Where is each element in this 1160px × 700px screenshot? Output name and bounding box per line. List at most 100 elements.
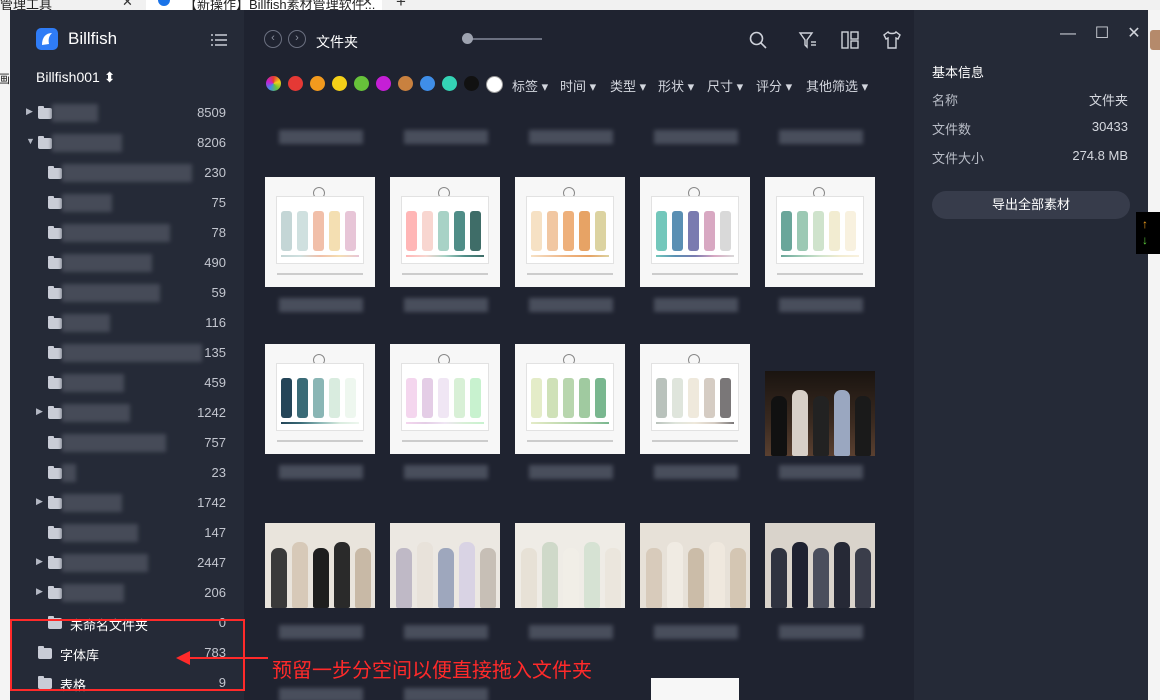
asset-thumbnail-photo[interactable] [390, 523, 500, 608]
palette-credit-line [277, 273, 363, 275]
collapse-arrow-icon[interactable]: ▶ [36, 406, 43, 417]
asset-thumbnail[interactable] [640, 344, 750, 454]
slider-handle[interactable] [462, 33, 473, 44]
filter-icon[interactable] [798, 30, 818, 50]
color-filter-dot[interactable] [376, 76, 391, 91]
color-swatch [345, 211, 356, 251]
layout-icon[interactable] [840, 30, 860, 50]
shirt-icon[interactable] [882, 30, 902, 50]
filter-dropdown[interactable]: 尺寸 ▾ [707, 76, 743, 95]
new-tab-icon[interactable]: + [396, 0, 406, 10]
info-key: 文件数 [932, 122, 972, 137]
expand-arrow-icon[interactable]: ▼ [26, 136, 35, 146]
asset-thumbnail[interactable] [515, 177, 625, 287]
collapse-arrow-icon[interactable]: ▶ [36, 586, 43, 597]
sidebar-folder-item[interactable]: 23 [10, 458, 244, 488]
filter-dropdown[interactable]: 标签 ▾ [512, 76, 548, 95]
close-tab-icon[interactable]: ✕ [122, 0, 133, 10]
filter-dropdown[interactable]: 形状 ▾ [658, 76, 694, 95]
background-window-edge: 画 [0, 10, 10, 700]
asset-thumbnail-photo[interactable] [515, 523, 625, 608]
folder-icon [48, 346, 62, 359]
close-icon[interactable]: ✕ [1126, 26, 1142, 42]
menu-list-icon[interactable] [210, 32, 228, 48]
sidebar-folder-item[interactable]: 116 [10, 308, 244, 338]
sidebar-folder-item[interactable]: 59 [10, 278, 244, 308]
collapse-arrow-icon[interactable]: ▶ [36, 496, 43, 507]
sidebar-folder-item[interactable]: 135 [10, 338, 244, 368]
color-wheel-icon[interactable] [266, 76, 281, 91]
color-filter-dot[interactable] [442, 76, 457, 91]
sidebar-folder-item[interactable]: 75 [10, 188, 244, 218]
folder-count: 8206 [197, 135, 226, 150]
sidebar-folder-item[interactable]: 78 [10, 218, 244, 248]
filter-dropdown[interactable]: 类型 ▾ [610, 76, 646, 95]
export-all-button[interactable]: 导出全部素材 [932, 191, 1130, 219]
palette-credit-line [652, 273, 738, 275]
sidebar-folder-item[interactable]: 459 [10, 368, 244, 398]
sidebar-folder-item[interactable]: ▶ 8509 [10, 98, 244, 128]
color-filter-dot[interactable] [464, 76, 479, 91]
browser-tab-title[interactable]: 管理工具 [0, 0, 52, 10]
color-filter-dot[interactable] [398, 76, 413, 91]
sidebar-folder-item[interactable]: 147 [10, 518, 244, 548]
sidebar-folder-item[interactable]: ▶ 206 [10, 578, 244, 608]
collapse-arrow-icon[interactable]: ▶ [36, 556, 43, 567]
folder-icon [48, 256, 62, 269]
sidebar-folder-item[interactable]: ▶ 1242 [10, 398, 244, 428]
folder-label-blurred [62, 494, 122, 512]
sidebar-folder-item[interactable]: 490 [10, 248, 244, 278]
color-filter-dot[interactable] [354, 76, 369, 91]
color-filter-dot[interactable] [420, 76, 435, 91]
chevron-right-icon[interactable]: › [288, 30, 306, 48]
color-filter-dot[interactable] [486, 76, 503, 93]
color-filter-dot[interactable] [310, 76, 325, 91]
thumbnail-caption-blurred [654, 625, 738, 639]
asset-thumbnail[interactable] [265, 177, 375, 287]
thumbnail-size-slider[interactable] [470, 38, 542, 40]
asset-thumbnail[interactable] [765, 177, 875, 287]
asset-thumbnail[interactable] [265, 344, 375, 454]
maximize-icon[interactable]: ☐ [1094, 26, 1110, 42]
main-toolbar: ‹ › 文件夹 [244, 10, 914, 70]
asset-thumbnail-photo[interactable] [765, 371, 875, 456]
asset-thumbnail[interactable] [515, 344, 625, 454]
palette-card [401, 196, 489, 264]
asset-thumbnail-photo[interactable] [640, 523, 750, 608]
search-icon[interactable] [748, 30, 768, 50]
library-switcher[interactable]: Billfish001 ⬍ [36, 69, 115, 86]
color-filter-dot[interactable] [332, 76, 347, 91]
model-figure [334, 542, 350, 608]
color-swatch [281, 211, 292, 251]
asset-thumbnail[interactable] [640, 177, 750, 287]
asset-thumbnail-photo[interactable] [765, 523, 875, 608]
background-window-edge [1148, 10, 1160, 700]
asset-thumbnail[interactable] [390, 177, 500, 287]
filter-dropdown[interactable]: 评分 ▾ [756, 76, 792, 95]
model-figure [771, 548, 787, 608]
sidebar-folder-item[interactable]: 757 [10, 428, 244, 458]
chevron-left-icon[interactable]: ‹ [264, 30, 282, 48]
filter-dropdown[interactable]: 其他筛选 ▾ [806, 76, 868, 95]
info-value: 30433 [1091, 119, 1128, 134]
asset-thumbnail-photo[interactable] [265, 523, 375, 608]
color-filter-dot[interactable] [288, 76, 303, 91]
filter-dropdown[interactable]: 时间 ▾ [560, 76, 596, 95]
minimize-icon[interactable]: — [1060, 26, 1076, 42]
thumbnail-caption-blurred [779, 465, 863, 479]
asset-thumbnail[interactable] [651, 678, 739, 700]
folder-label-blurred [62, 464, 76, 482]
sidebar-folder-item[interactable]: ▶ 2447 [10, 548, 244, 578]
sidebar-folder-item[interactable]: ▼ 8206 [10, 128, 244, 158]
collapse-arrow-icon[interactable]: ▶ [26, 106, 33, 117]
close-tab-icon[interactable]: ✕ [362, 0, 373, 10]
color-swatch [297, 378, 308, 418]
asset-thumbnail[interactable] [390, 344, 500, 454]
sidebar-folder-item[interactable]: ▶ 1742 [10, 488, 244, 518]
gradient-bar [531, 255, 609, 257]
folder-label-blurred [62, 584, 124, 602]
folder-label-blurred [62, 314, 110, 332]
browser-tab-title[interactable]: 【新操作】Billfish素材管理软件... [184, 0, 375, 10]
billfish-window: Billfish Billfish001 ⬍ ▶ 8509 ▼ 8206 230 75 78… [10, 10, 1148, 700]
sidebar-folder-item[interactable]: 230 [10, 158, 244, 188]
